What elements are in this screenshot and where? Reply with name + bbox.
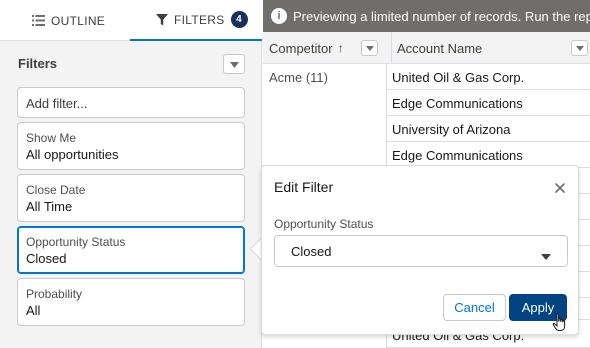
filter-card-value: All Time xyxy=(26,199,73,214)
filter-card-value: Closed xyxy=(26,251,67,266)
table-row[interactable]: United Oil & Gas Corp. xyxy=(387,64,590,90)
filters-heading: Filters xyxy=(18,56,58,71)
chevron-down-icon xyxy=(575,45,584,51)
chevron-down-icon xyxy=(229,55,239,73)
chevron-down-icon xyxy=(541,248,551,263)
filter-card-value: All opportunities xyxy=(26,147,119,162)
column-menu-button[interactable] xyxy=(571,40,588,56)
field-label: Opportunity Status xyxy=(274,217,374,231)
select-value: Closed xyxy=(291,244,332,259)
cancel-button[interactable]: Cancel xyxy=(443,294,506,321)
table-header: Competitor ↑ Account Name xyxy=(263,32,590,64)
table-row[interactable]: Edge Communications xyxy=(387,90,590,116)
column-header-account-name[interactable]: Account Name xyxy=(391,32,590,64)
filter-card-label: Opportunity Status xyxy=(26,235,126,249)
tab-filters[interactable]: FILTERS 4 xyxy=(130,0,262,41)
panel-tabs: OUTLINE FILTERS 4 xyxy=(0,0,262,41)
close-icon xyxy=(555,183,565,193)
column-header-label: Account Name xyxy=(397,40,483,56)
filters-panel: OUTLINE FILTERS 4 Filters Add filter... … xyxy=(0,0,262,348)
chevron-down-icon xyxy=(365,45,374,51)
add-filter-input[interactable]: Add filter... xyxy=(17,87,245,118)
column-header-label: Competitor xyxy=(269,40,333,56)
filter-card-opportunity-status[interactable]: Opportunity Status Closed xyxy=(17,226,245,274)
popover-title: Edit Filter xyxy=(274,179,334,195)
filter-card-label: Probability xyxy=(26,287,83,301)
info-icon: i xyxy=(271,8,287,24)
filters-menu-button[interactable] xyxy=(223,54,245,74)
hand-cursor-icon xyxy=(552,313,568,338)
filter-card-label: Show Me xyxy=(26,131,77,145)
filter-icon xyxy=(156,13,168,26)
opportunity-status-select[interactable]: Closed xyxy=(274,235,568,267)
column-menu-button[interactable] xyxy=(361,40,378,56)
sort-ascending-icon: ↑ xyxy=(337,41,344,55)
filter-count-badge: 4 xyxy=(230,11,248,28)
preview-banner: i Previewing a limited number of records… xyxy=(263,0,590,32)
table-row[interactable]: University of Arizona xyxy=(387,116,590,142)
list-icon xyxy=(32,15,45,26)
close-button[interactable] xyxy=(551,179,569,197)
group-cell-competitor: Acme (11) xyxy=(269,70,328,85)
tab-outline[interactable]: OUTLINE xyxy=(32,0,105,41)
filter-card-label: Close Date xyxy=(26,183,86,197)
preview-banner-text: Previewing a limited number of records. … xyxy=(293,8,590,24)
filter-card-value: All xyxy=(26,303,41,318)
filter-card-show-me[interactable]: Show Me All opportunities xyxy=(17,122,245,170)
filter-card-probability[interactable]: Probability All xyxy=(17,278,245,326)
filter-card-close-date[interactable]: Close Date All Time xyxy=(17,174,245,222)
edit-filter-popover: Edit Filter Opportunity Status Closed Ca… xyxy=(261,165,579,335)
tab-outline-label: OUTLINE xyxy=(51,13,106,28)
tab-filters-label: FILTERS xyxy=(174,12,225,27)
